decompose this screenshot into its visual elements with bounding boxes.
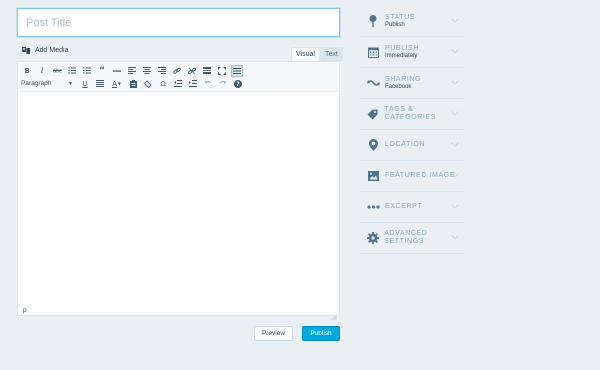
chevron-down-icon	[451, 80, 459, 85]
status-title: Status	[385, 13, 416, 21]
help-icon[interactable]: ?	[232, 78, 244, 90]
svg-text:?: ?	[236, 81, 240, 88]
strikethrough-button[interactable]: abc	[51, 65, 63, 77]
resize-handle-icon[interactable]	[331, 307, 338, 321]
publish-value: Immediately	[385, 52, 418, 59]
add-media-label: Add Media	[35, 47, 69, 54]
chevron-down-icon	[451, 142, 459, 147]
sharing-icon	[366, 76, 380, 90]
editor-toolbar: B I abc “ Paragraph ▼ U A ▼ Ω ?	[18, 62, 339, 92]
image-icon	[366, 169, 380, 183]
unlink-icon[interactable]	[186, 65, 198, 77]
status-value: Publish	[385, 21, 405, 28]
bold-button[interactable]: B	[21, 65, 33, 77]
text-color-dropdown-icon: ▼	[117, 81, 121, 86]
editor-body[interactable]	[18, 91, 339, 303]
add-media-icon	[22, 46, 32, 55]
sidebar-item-tags-categories[interactable]: Tags & Categories	[360, 99, 465, 130]
underline-button[interactable]: U	[79, 78, 91, 90]
sidebar-item-advanced-settings[interactable]: Advanced Settings	[360, 223, 465, 254]
toolbar-row-2: Paragraph ▼ U A ▼ Ω ?	[21, 77, 336, 90]
link-icon[interactable]	[171, 65, 183, 77]
chevron-down-icon	[451, 204, 459, 209]
tab-visual[interactable]: Visual	[291, 47, 320, 61]
sidebar-item-featured-image[interactable]: Featured Image	[360, 161, 465, 192]
indent-icon[interactable]	[187, 78, 199, 90]
text-color-button[interactable]: A ▼	[109, 78, 124, 90]
sharing-value: Facebook	[385, 83, 412, 90]
chevron-down-icon	[451, 49, 459, 54]
sidebar-item-status[interactable]: Status Publish	[360, 6, 465, 37]
toolbar-toggle-icon[interactable]	[231, 64, 243, 77]
redo-icon[interactable]	[217, 78, 229, 90]
tab-text[interactable]: Text	[319, 47, 343, 61]
read-more-icon[interactable]	[201, 65, 213, 77]
outdent-icon[interactable]	[172, 78, 184, 90]
pin-icon	[366, 14, 380, 28]
excerpt-title: Excerpt	[385, 202, 423, 210]
publish-title: Publish	[385, 44, 420, 52]
format-select-value: Paragraph	[21, 80, 52, 87]
special-character-button[interactable]: Ω	[157, 78, 169, 90]
blockquote-button[interactable]: “	[96, 65, 108, 77]
sharing-title: Sharing	[385, 75, 422, 83]
location-title: Location	[385, 140, 426, 148]
chevron-down-icon	[451, 173, 459, 178]
chevron-down-icon	[451, 18, 459, 23]
location-icon	[366, 138, 380, 152]
chevron-down-icon	[451, 235, 459, 240]
preview-button[interactable]: Preview	[254, 326, 293, 341]
clear-formatting-icon[interactable]	[142, 78, 154, 90]
post-settings-sidebar: Status Publish Publish Immediately Shari…	[360, 6, 465, 254]
editor-mode-tabs: Visual Text	[291, 47, 343, 61]
sidebar-item-sharing[interactable]: Sharing Facebook	[360, 68, 465, 99]
content-editor: B I abc “ Paragraph ▼ U A ▼ Ω ? p	[17, 61, 340, 321]
chevron-down-icon	[451, 111, 459, 116]
justify-icon[interactable]	[94, 78, 106, 90]
text-color-glyph: A	[112, 79, 117, 88]
fullscreen-icon[interactable]	[216, 65, 228, 77]
ellipsis-icon	[366, 200, 380, 214]
svg-text:abc: abc	[53, 69, 62, 75]
italic-button[interactable]: I	[36, 65, 48, 77]
align-right-icon[interactable]	[156, 65, 168, 77]
featured-image-title: Featured Image	[385, 171, 456, 179]
align-left-icon[interactable]	[126, 65, 138, 77]
bullet-list-icon[interactable]	[66, 65, 78, 77]
format-select[interactable]: Paragraph ▼	[21, 78, 73, 89]
tag-icon	[366, 107, 380, 121]
gear-icon	[366, 231, 379, 245]
undo-icon[interactable]	[202, 78, 214, 90]
align-center-icon[interactable]	[141, 65, 153, 77]
numbered-list-icon[interactable]	[81, 65, 93, 77]
sidebar-item-excerpt[interactable]: Excerpt	[360, 192, 465, 223]
post-title-input[interactable]	[17, 8, 340, 37]
sidebar-item-location[interactable]: Location	[360, 130, 465, 161]
publish-button[interactable]: Publish	[302, 326, 340, 341]
add-media-button[interactable]: Add Media	[22, 46, 68, 55]
sidebar-item-publish[interactable]: Publish Immediately	[360, 37, 465, 68]
paste-text-icon[interactable]	[127, 78, 139, 90]
calendar-icon	[366, 45, 380, 59]
toolbar-row-1: B I abc “	[21, 64, 336, 77]
element-path[interactable]: p	[23, 307, 27, 314]
chevron-down-icon: ▼	[68, 80, 73, 87]
horizontal-rule-button[interactable]	[111, 65, 123, 77]
